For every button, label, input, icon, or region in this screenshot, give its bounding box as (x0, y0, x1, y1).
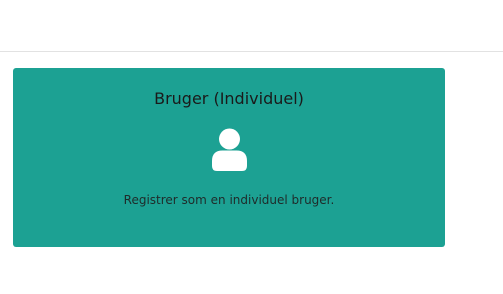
individual-user-card[interactable]: Bruger (Individuel) Registrer som en ind… (13, 68, 445, 247)
page: Bruger (Individuel) Registrer som en ind… (0, 0, 503, 294)
card-description: Registrer som en individuel bruger. (123, 193, 335, 207)
top-bar (0, 0, 503, 52)
user-icon (212, 128, 247, 172)
card-title: Bruger (Individuel) (154, 89, 304, 108)
